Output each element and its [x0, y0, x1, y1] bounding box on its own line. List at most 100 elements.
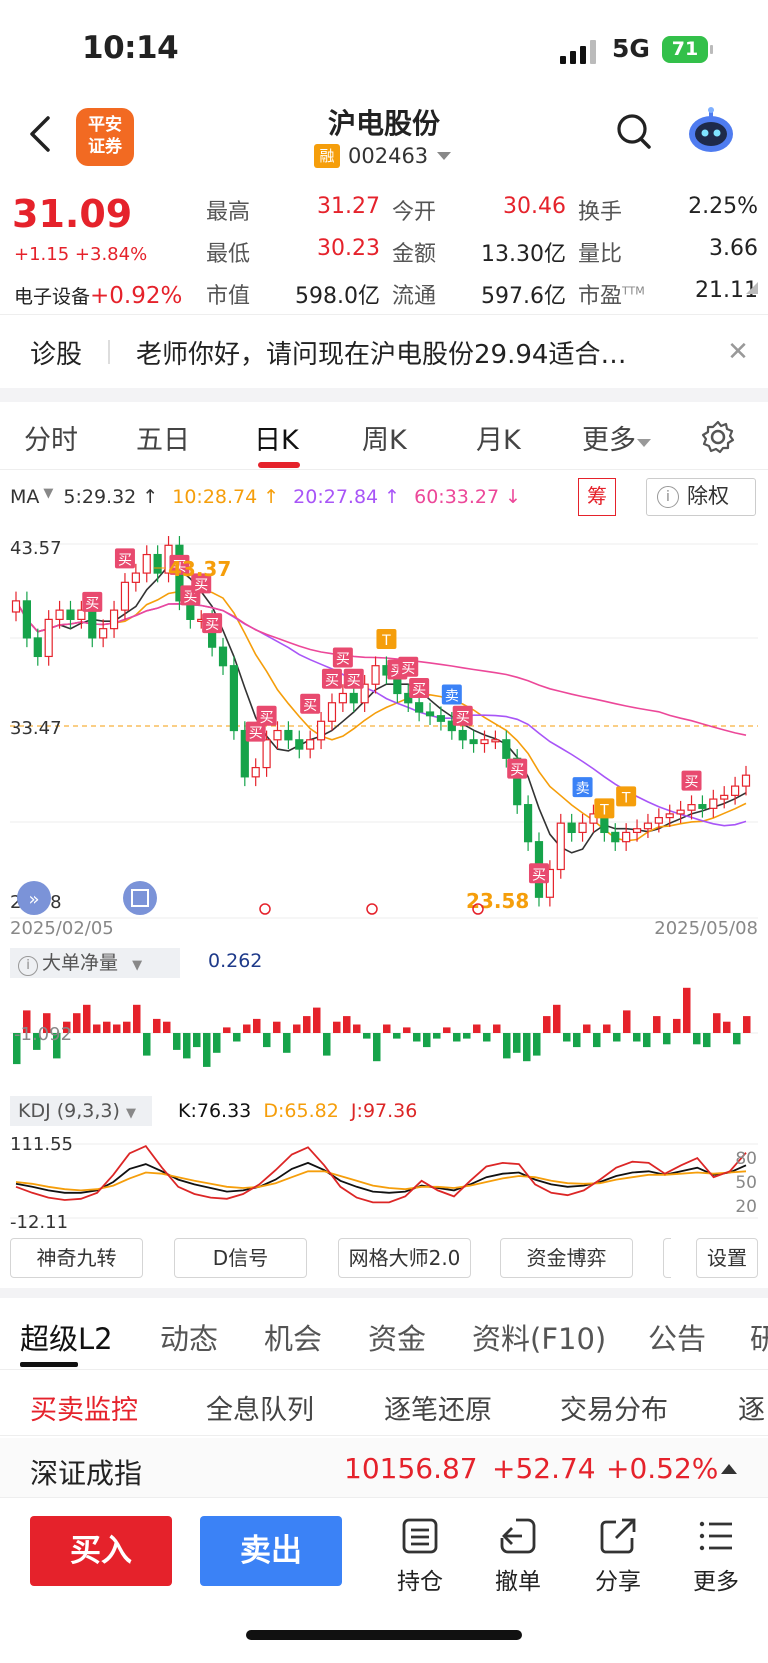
tab-intraday[interactable]: 分时 [24, 418, 78, 457]
section-gap [0, 388, 768, 402]
kdj-legend: K:76.33 D:65.82 J:97.36 [178, 1100, 417, 1122]
kdj-j-legend: J:97.36 [350, 1100, 418, 1122]
signal-label: T [621, 790, 631, 806]
candle-body [491, 739, 500, 743]
tab-f10[interactable]: 资料(F10) [472, 1316, 606, 1358]
big-order-indicator-selector[interactable]: i 大单净量 ▼ [10, 948, 180, 978]
buy-button[interactable]: 买入 [30, 1516, 172, 1586]
signal-label: 买 [249, 726, 263, 742]
event-marker-icon[interactable] [259, 903, 271, 915]
kdj-indicator-selector[interactable]: KDJ (9,3,3) ▼ [10, 1096, 152, 1126]
bar [243, 1024, 251, 1033]
candle-body [731, 785, 740, 796]
fullscreen-icon[interactable] [123, 881, 157, 915]
tab-daily-k[interactable]: 日K [254, 418, 299, 457]
kdj-chart[interactable]: 111.55 -12.11 80 50 20 [0, 1128, 768, 1232]
close-icon[interactable]: ✕ [708, 337, 768, 367]
bar [533, 1033, 541, 1056]
big-order-bar-chart[interactable]: -1.092 [0, 978, 768, 1088]
bar [393, 1033, 401, 1039]
tool-fund-game[interactable]: 资金博弈 [500, 1238, 633, 1278]
index-ticker[interactable]: 深证成指 10156.87 +52.74 +0.52% [0, 1438, 768, 1498]
x-axis-end-label: 2025/05/08 [654, 918, 758, 936]
assistant-robot-icon[interactable] [686, 106, 736, 156]
kdj-title: KDJ (9,3,3) [18, 1100, 120, 1122]
ma-legend[interactable]: MA ▼ 5:29.32 ↑ 10:28.74 ↑ 20:27.84 ↑ 60:33.… [10, 486, 539, 508]
subtab-queue[interactable]: 全息队列 [206, 1388, 314, 1427]
subtab-distribution[interactable]: 交易分布 [560, 1388, 668, 1427]
caret-down-icon [437, 152, 452, 160]
positions-button[interactable]: 持仓 [380, 1516, 460, 1596]
kdj-j-value: 97.36 [362, 1100, 418, 1122]
tab-announcement[interactable]: 公告 [648, 1316, 706, 1358]
cancel-order-button[interactable]: 撤单 [478, 1516, 558, 1596]
change-pct: +3.84% [74, 244, 148, 265]
ma-item-5: 5:29.32 ↑ [63, 486, 159, 508]
bar [663, 1033, 671, 1045]
candle-body [741, 774, 751, 787]
share-button[interactable]: 分享 [578, 1516, 658, 1596]
signal-label: 买 [510, 763, 524, 779]
status-time: 10:14 [82, 30, 179, 66]
signal-label: 买 [303, 698, 317, 714]
bar [683, 987, 691, 1033]
bar [513, 1033, 521, 1053]
stock-code-selector[interactable]: 融 002463 [314, 144, 452, 168]
bar [713, 1013, 721, 1033]
candle-body [698, 804, 707, 809]
divider [108, 340, 111, 364]
candle-body [153, 553, 162, 574]
tool-partial[interactable] [663, 1238, 671, 1278]
y-axis-label-mid: 33.47 [10, 718, 62, 739]
candle-body [469, 739, 478, 745]
bar [403, 1027, 411, 1033]
tab-super-l2[interactable]: 超级L2 [20, 1316, 113, 1358]
quote-field-label: 量比 [578, 242, 623, 267]
tab-news[interactable]: 动态 [160, 1316, 218, 1358]
quote-field-label: 最低 [206, 242, 251, 267]
tab-more[interactable]: 更多 [582, 418, 652, 457]
chip-distribution-button[interactable]: 筹 [578, 478, 616, 516]
bar [733, 1033, 741, 1045]
tool-d-signal[interactable]: D信号 [174, 1238, 307, 1278]
scroll-left-icon[interactable]: » [17, 881, 51, 915]
sell-button[interactable]: 卖出 [200, 1516, 342, 1586]
subtab-tick[interactable]: 逐笔还原 [384, 1388, 492, 1427]
candle-body [687, 804, 696, 811]
high-label: 43.37 [168, 557, 231, 581]
bar [413, 1033, 421, 1042]
quote-field-label-sup: TTM [622, 284, 645, 298]
tab-monthly-k[interactable]: 月K [476, 418, 521, 457]
candlestick-chart[interactable]: 买买买买买买买买买买买买T买买买卖买买买卖TT买 43.57 33.47 23.… [0, 526, 768, 936]
bar [383, 1024, 391, 1033]
bar [643, 1033, 651, 1048]
tool-magic-nine[interactable]: 神奇九转 [10, 1238, 143, 1278]
tool-grid-master[interactable]: 网格大师2.0 [338, 1238, 471, 1278]
sector-info[interactable]: 电子设备+0.92% [14, 282, 182, 309]
index-value: 10156.87 [344, 1452, 478, 1485]
event-marker-icon[interactable] [366, 903, 378, 915]
tab-opportunity[interactable]: 机会 [264, 1316, 322, 1358]
ex-rights-button[interactable]: i 除权 [646, 478, 756, 516]
tab-funds[interactable]: 资金 [368, 1316, 426, 1358]
tool-settings[interactable]: 设置 [696, 1238, 758, 1278]
subtab-more[interactable]: 逐 [738, 1388, 765, 1427]
bar [653, 1016, 661, 1033]
tab-five-day[interactable]: 五日 [136, 418, 190, 457]
expand-corner-icon[interactable] [746, 282, 758, 294]
bar [523, 1033, 531, 1062]
gear-icon[interactable] [700, 419, 736, 455]
info-icon: i [18, 956, 38, 976]
status-bar: 10:14 5G 71 [0, 0, 768, 96]
bar [433, 1033, 441, 1039]
bar [293, 1024, 301, 1033]
expand-up-icon[interactable] [720, 1462, 738, 1476]
battery-icon: 71 [662, 36, 713, 63]
subtab-monitor[interactable]: 买卖监控 [30, 1388, 138, 1427]
tab-research[interactable]: 研 [750, 1316, 768, 1358]
more-button[interactable]: 更多 [676, 1516, 756, 1596]
search-icon[interactable] [615, 112, 653, 150]
tab-weekly-k[interactable]: 周K [362, 418, 407, 457]
bar [263, 1033, 271, 1048]
diagnosis-bar[interactable]: 诊股 老师你好，请问现在沪电股份29.94适合… ✕ [0, 316, 768, 388]
